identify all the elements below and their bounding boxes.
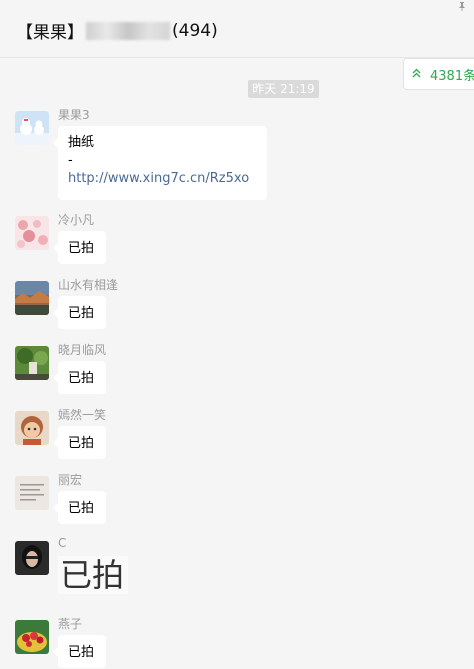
message-text: 已拍 <box>68 241 95 256</box>
chat-title-prefix: 【果果】 <box>16 23 84 43</box>
message-bubble[interactable]: 已拍 <box>53 296 106 329</box>
avatar[interactable] <box>15 346 49 380</box>
message-text: 已拍 <box>68 306 95 321</box>
message-bubble[interactable]: 已拍 <box>53 491 106 524</box>
avatar[interactable] <box>15 411 49 445</box>
avatar[interactable] <box>15 281 49 315</box>
avatar[interactable] <box>15 216 49 250</box>
sender-name: 冷小凡 <box>58 213 95 227</box>
sender-name: C <box>58 536 67 550</box>
sender-name: 燕子 <box>58 617 83 631</box>
sender-name: 丽宏 <box>58 473 83 487</box>
large-text-message[interactable]: 已拍 <box>58 556 128 594</box>
sender-name: 山水有相逢 <box>58 278 119 292</box>
message-bubble[interactable]: 已拍 <box>53 361 106 394</box>
unread-count-label: 4381条 <box>430 68 474 84</box>
message-link[interactable]: http://www.xing7c.cn/Rz5xo <box>68 168 257 189</box>
redacted-group-name <box>86 21 170 40</box>
message-bubble[interactable]: 已拍 <box>53 635 106 668</box>
member-count: (494) <box>172 20 218 41</box>
unread-jump-button[interactable]: 4381条 <box>403 58 474 90</box>
message-text: 已拍 <box>68 501 95 516</box>
message-text: 抽纸 <box>68 135 95 150</box>
avatar[interactable] <box>15 620 49 654</box>
avatar[interactable] <box>15 541 49 575</box>
double-chevron-up-icon <box>412 67 421 81</box>
message-text: 已拍 <box>68 371 95 386</box>
message-bubble[interactable]: 抽纸 - http://www.xing7c.cn/Rz5xo <box>53 126 267 200</box>
message-text: - <box>68 153 73 168</box>
sender-name: 嫣然一笑 <box>58 408 107 422</box>
message-bubble[interactable]: 已拍 <box>53 426 106 459</box>
message-text: 已拍 <box>68 645 95 660</box>
message-text: 已拍 <box>68 436 95 451</box>
message-bubble[interactable]: 已拍 <box>53 231 106 264</box>
sender-name: 果果3 <box>58 108 90 122</box>
chat-header: 【果果】 (494) <box>0 0 474 58</box>
avatar[interactable] <box>15 476 49 510</box>
chat-title[interactable]: 【果果】 (494) <box>16 18 218 44</box>
avatar[interactable] <box>15 111 49 145</box>
time-divider: 昨天 21:19 <box>248 80 319 98</box>
sender-name: 晓月临风 <box>58 343 107 357</box>
pin-icon[interactable] <box>458 2 466 14</box>
